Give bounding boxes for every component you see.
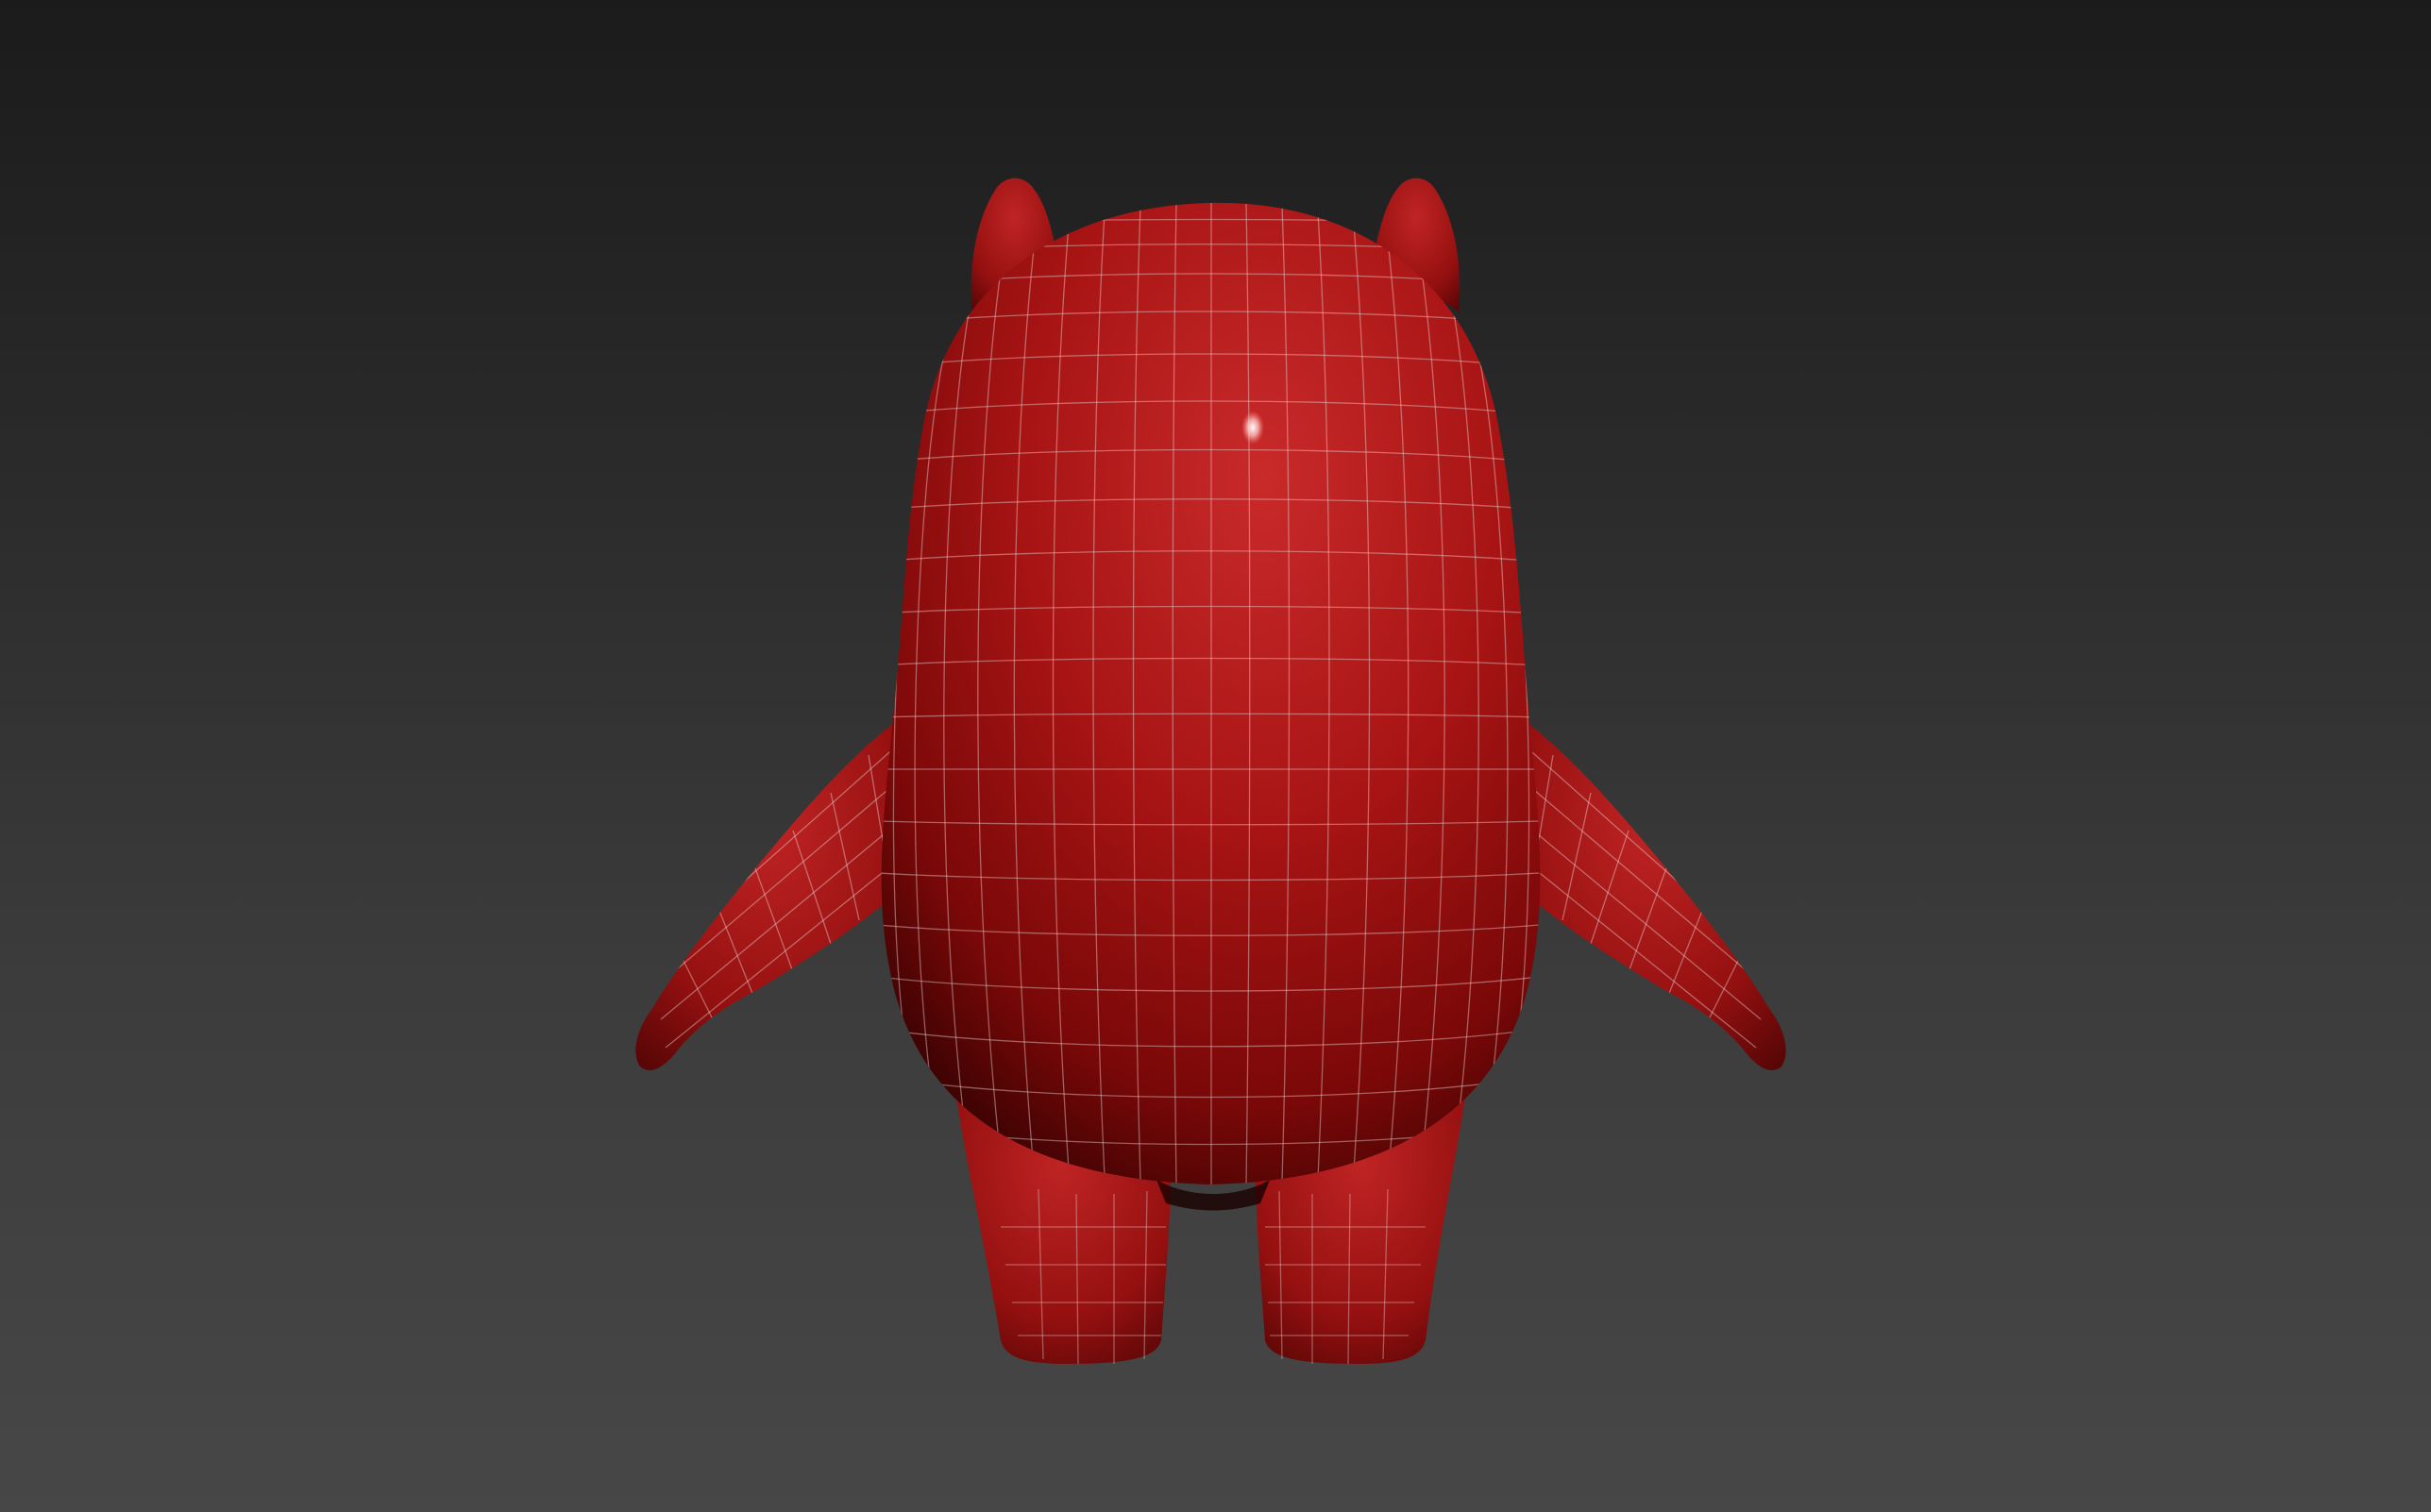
character-model[interactable] <box>635 177 1786 1365</box>
viewport-scene <box>635 177 1786 1365</box>
specular-highlight <box>1241 411 1264 445</box>
right-arm <box>1520 717 1786 1070</box>
left-arm <box>635 717 902 1070</box>
3d-viewport[interactable] <box>0 0 2431 1512</box>
